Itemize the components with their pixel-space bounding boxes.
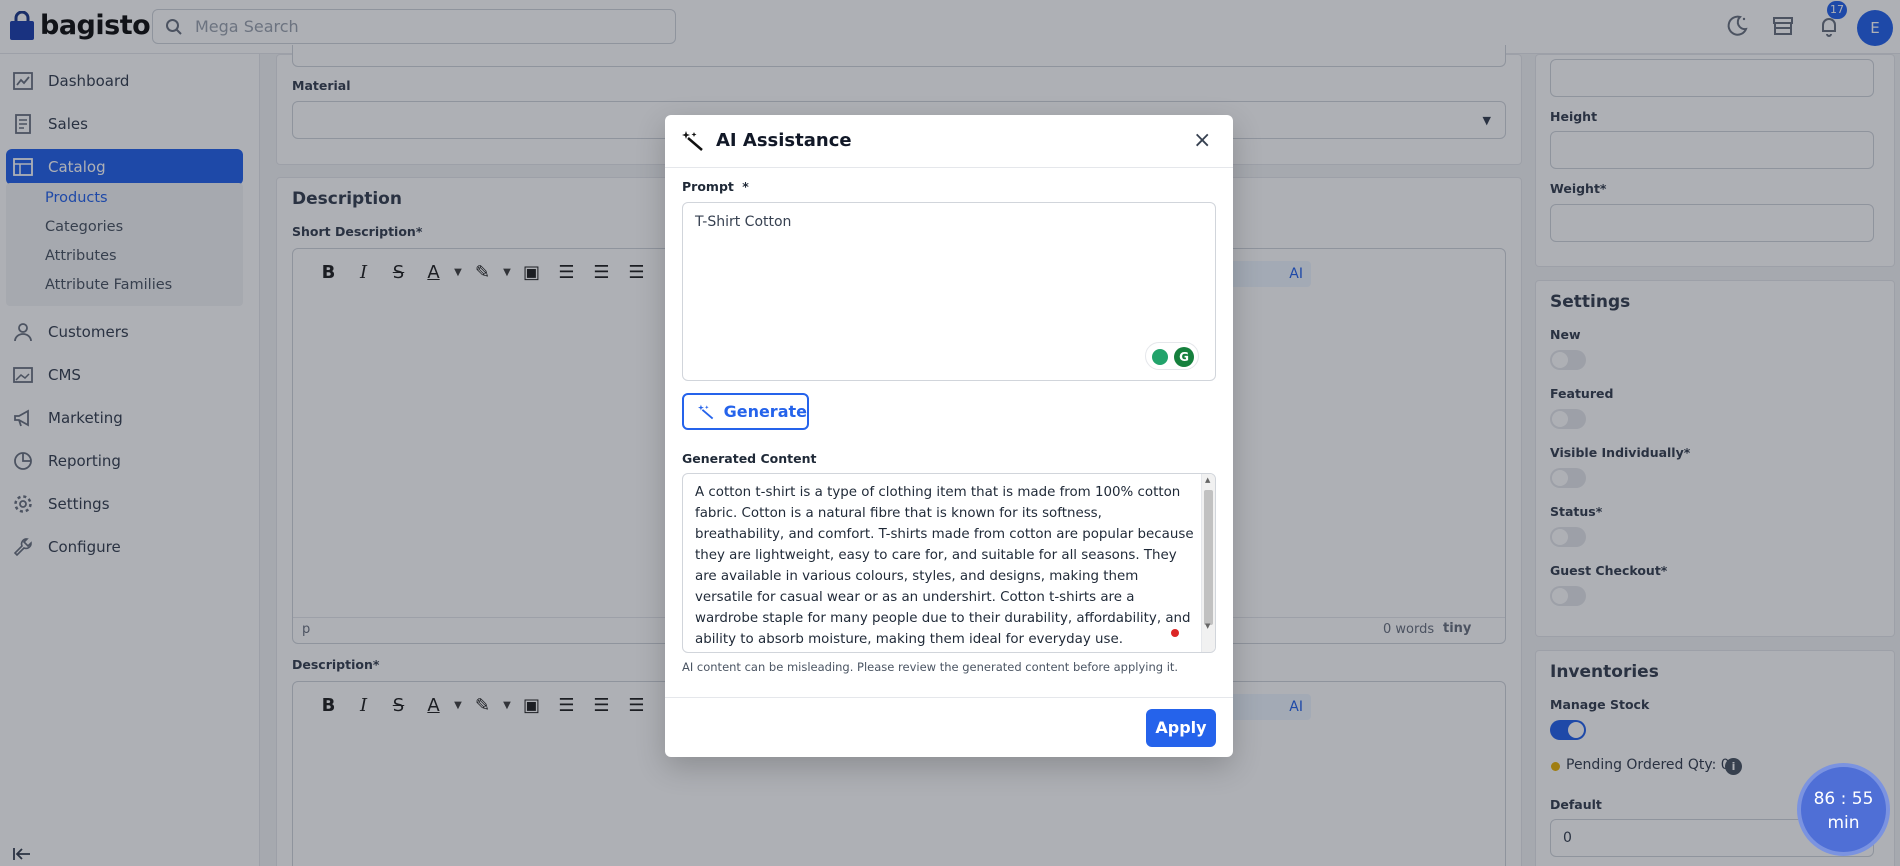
scrollbar[interactable]: ▲ ▼: [1201, 474, 1215, 652]
required-marker: *: [742, 179, 749, 194]
generated-content-text: A cotton t-shirt is a type of clothing i…: [695, 485, 1194, 647]
magic-wand-icon: [698, 404, 714, 419]
magic-wand-icon: [682, 131, 703, 151]
generated-content-label: Generated Content: [682, 451, 817, 466]
grammarly-widget[interactable]: G: [1145, 342, 1199, 370]
modal-title: AI Assistance: [716, 130, 852, 151]
prompt-value: T-Shirt Cotton: [695, 214, 792, 230]
ai-assistance-modal: AI Assistance × Prompt * T-Shirt Cotton …: [665, 115, 1233, 757]
generate-button[interactable]: Generate: [682, 393, 809, 430]
apply-button[interactable]: Apply: [1146, 709, 1216, 747]
session-timer[interactable]: 86 : 55 min: [1797, 763, 1890, 856]
prompt-textarea[interactable]: T-Shirt Cotton G: [682, 202, 1216, 381]
timer-value: 86 : 55: [1813, 789, 1874, 809]
scroll-down-icon[interactable]: ▼: [1205, 622, 1210, 630]
generated-content-textarea[interactable]: A cotton t-shirt is a type of clothing i…: [682, 473, 1216, 653]
prompt-label: Prompt *: [682, 179, 749, 194]
close-icon[interactable]: ×: [1193, 128, 1211, 153]
scroll-up-icon[interactable]: ▲: [1205, 476, 1210, 484]
spellcheck-dot: [1171, 629, 1179, 637]
ai-disclaimer: AI content can be misleading. Please rev…: [682, 660, 1179, 674]
prompt-label-text: Prompt: [682, 179, 734, 194]
grammarly-icon: G: [1174, 347, 1194, 367]
generate-label: Generate: [723, 402, 807, 421]
scrollbar-thumb[interactable]: [1204, 490, 1213, 625]
timer-unit: min: [1827, 813, 1860, 833]
modal-header: AI Assistance ×: [665, 115, 1233, 168]
lightbulb-icon: [1152, 349, 1168, 365]
